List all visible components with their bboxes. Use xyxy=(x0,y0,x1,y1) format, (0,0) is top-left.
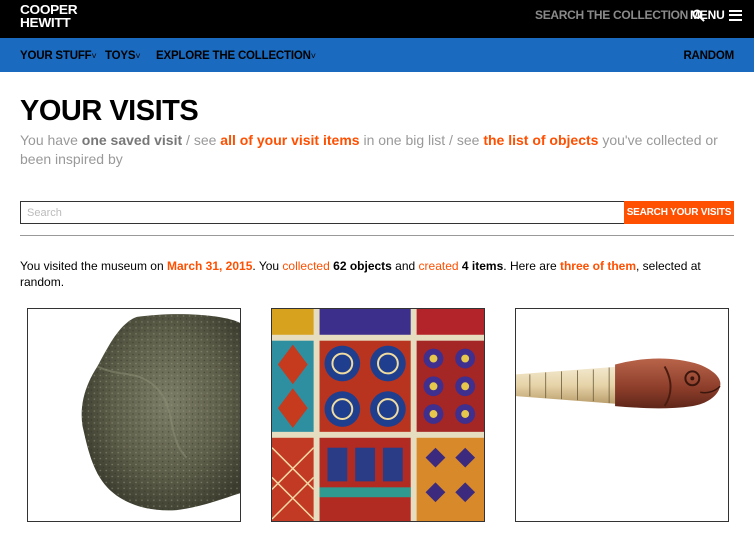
search-collection-link[interactable]: SEARCH THE COLLECTION xyxy=(535,8,705,22)
intro-text-1: You have xyxy=(20,132,82,148)
page-title: YOUR VISITS xyxy=(20,95,199,127)
cooper-hewitt-logo[interactable]: COOPER HEWITT xyxy=(20,3,78,30)
chevron-down-icon: ˅ xyxy=(310,51,316,61)
menu-label: MENU xyxy=(690,8,725,22)
nav-your-stuff-label: YOUR STUFF xyxy=(20,50,92,62)
divider xyxy=(20,235,734,236)
intro-text-3: in one big list / see xyxy=(359,132,484,148)
hamburger-icon xyxy=(728,9,742,21)
visit-text-2: . You xyxy=(252,259,283,273)
object-card-fish-handle[interactable] xyxy=(515,308,729,522)
menu-button[interactable]: MENU xyxy=(690,8,742,22)
object-card-rock[interactable] xyxy=(27,308,241,522)
search-visits-button[interactable]: SEARCH YOUR VISITS xyxy=(624,201,734,224)
patterned-textile-image xyxy=(272,309,484,521)
logo-line-2: HEWITT xyxy=(20,15,71,30)
chevron-down-icon: ˅ xyxy=(135,51,141,61)
nav-your-stuff[interactable]: YOUR STUFF˅ xyxy=(20,50,97,62)
nav-explore-collection[interactable]: EXPLORE THE COLLECTION˅ xyxy=(156,50,316,62)
list-of-objects-link[interactable]: the list of objects xyxy=(483,132,598,148)
three-of-them-link[interactable]: three of them xyxy=(560,259,636,273)
collected-link[interactable]: collected xyxy=(282,259,329,273)
object-card-textile[interactable] xyxy=(271,308,485,522)
saved-visit-count: one saved visit xyxy=(81,132,183,148)
top-bar: COOPER HEWITT SEARCH THE COLLECTION MENU xyxy=(0,0,754,38)
carved-fish-handle-image xyxy=(516,309,728,521)
chevron-down-icon: ˅ xyxy=(91,51,97,61)
visit-text-1: You visited the museum on xyxy=(20,259,167,273)
main-nav: YOUR STUFF˅ TOYS˅ EXPLORE THE COLLECTION… xyxy=(0,38,754,72)
visit-summary: You visited the museum on March 31, 2015… xyxy=(20,258,740,290)
visit-text-6: . Here are xyxy=(503,259,560,273)
visit-date-link[interactable]: March 31, 2015 xyxy=(167,259,252,273)
search-input[interactable] xyxy=(20,201,624,224)
visit-text-4: and xyxy=(391,259,419,273)
objects-count: 62 objects xyxy=(333,259,392,273)
created-link[interactable]: created xyxy=(419,259,459,273)
rock-specimen-image xyxy=(81,314,240,511)
nav-explore-label: EXPLORE THE COLLECTION xyxy=(156,50,311,62)
visit-search-form: SEARCH YOUR VISITS xyxy=(20,201,734,224)
intro-text: You have one saved visit / see all of yo… xyxy=(20,131,740,169)
nav-toys-label: TOYS xyxy=(105,50,136,62)
search-collection-label: SEARCH THE COLLECTION xyxy=(535,8,689,22)
intro-text-2: / see xyxy=(182,132,221,148)
nav-random[interactable]: RANDOM xyxy=(683,50,734,62)
items-count: 4 items xyxy=(461,259,504,273)
all-visit-items-link[interactable]: all of your visit items xyxy=(220,132,359,148)
nav-toys[interactable]: TOYS˅ xyxy=(105,50,141,62)
